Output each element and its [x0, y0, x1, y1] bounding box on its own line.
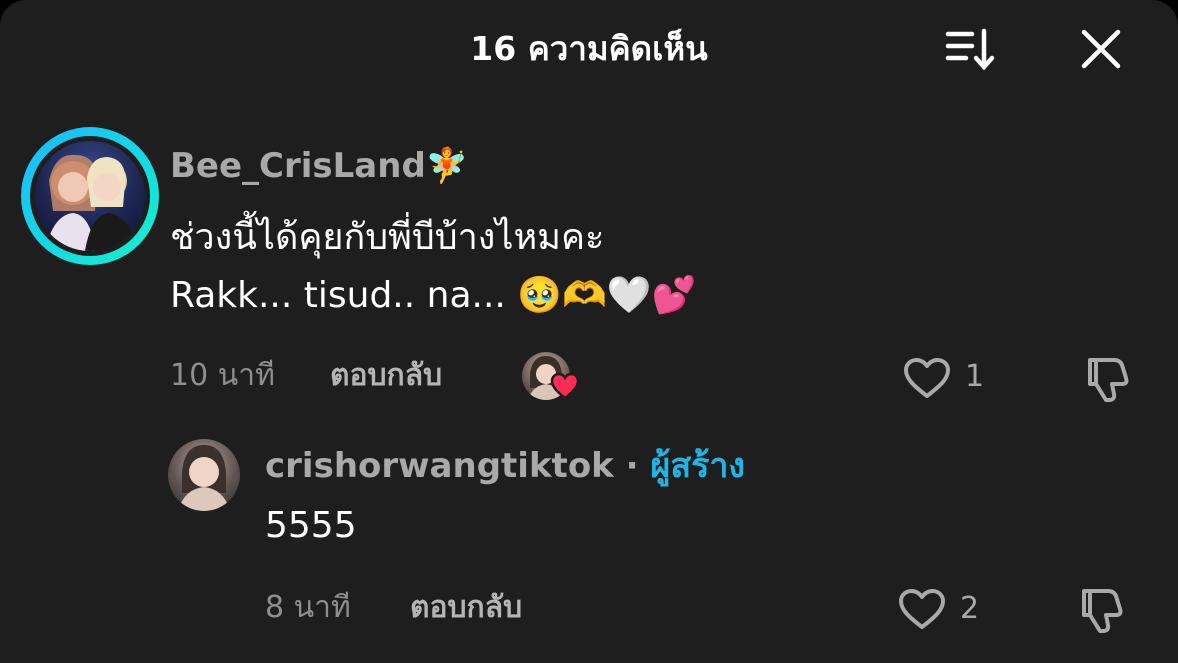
- heart-outline-icon: [904, 358, 950, 398]
- avatar[interactable]: [35, 141, 145, 251]
- reply-like-button[interactable]: [893, 583, 951, 635]
- creator-liked-indicator: [522, 352, 582, 404]
- fairy-emoji: 🧚: [425, 146, 469, 186]
- reply-separator: ·: [625, 446, 639, 486]
- heart-outline-icon: [899, 589, 945, 629]
- sort-button[interactable]: [938, 24, 1002, 74]
- creator-badge: ผู้สร้าง: [650, 446, 746, 486]
- comment-like-button[interactable]: [898, 352, 956, 404]
- reply-text: 5555: [265, 505, 357, 546]
- reply-timestamp: 8 นาที: [265, 590, 351, 625]
- comment-like-count: 1: [965, 359, 985, 394]
- reply-like-count: 2: [960, 591, 980, 626]
- reply-reply-button[interactable]: ตอบกลับ: [410, 588, 522, 628]
- reply-avatar[interactable]: [168, 439, 240, 511]
- reply-dislike-button[interactable]: [1074, 581, 1130, 637]
- avatar-photo: [45, 154, 137, 251]
- sort-icon: [945, 28, 995, 71]
- comment-dislike-button[interactable]: [1080, 350, 1136, 406]
- comment-timestamp: 10 นาที: [170, 358, 275, 393]
- comment-text-line-2: Rakk... tisud.. na... 🥹🫶🤍💕: [170, 275, 697, 316]
- reply-username-line: crishorwangtiktok · ผู้สร้าง: [265, 444, 745, 488]
- thumbs-down-icon: [1082, 589, 1123, 633]
- comments-sheet: 16 ความคิดเห็น Bee_CrisLand🧚 ช่วงนี้ได้ค…: [0, 0, 1178, 663]
- comment-username-text: Bee_CrisLand: [170, 146, 426, 186]
- close-icon: [1081, 29, 1121, 69]
- comment-username[interactable]: Bee_CrisLand🧚: [170, 144, 468, 188]
- comment-reply-button[interactable]: ตอบกลับ: [330, 356, 442, 396]
- thumbs-down-icon: [1088, 358, 1129, 402]
- heart-badge-icon: [550, 372, 580, 400]
- reply-avatar-photo: [178, 445, 230, 511]
- reply-username[interactable]: crishorwangtiktok: [265, 446, 614, 486]
- close-button[interactable]: [1072, 22, 1130, 76]
- comment-text-line-1: ช่วงนี้ได้คุยกับพี่บีบ้างไหมคะ: [170, 217, 605, 258]
